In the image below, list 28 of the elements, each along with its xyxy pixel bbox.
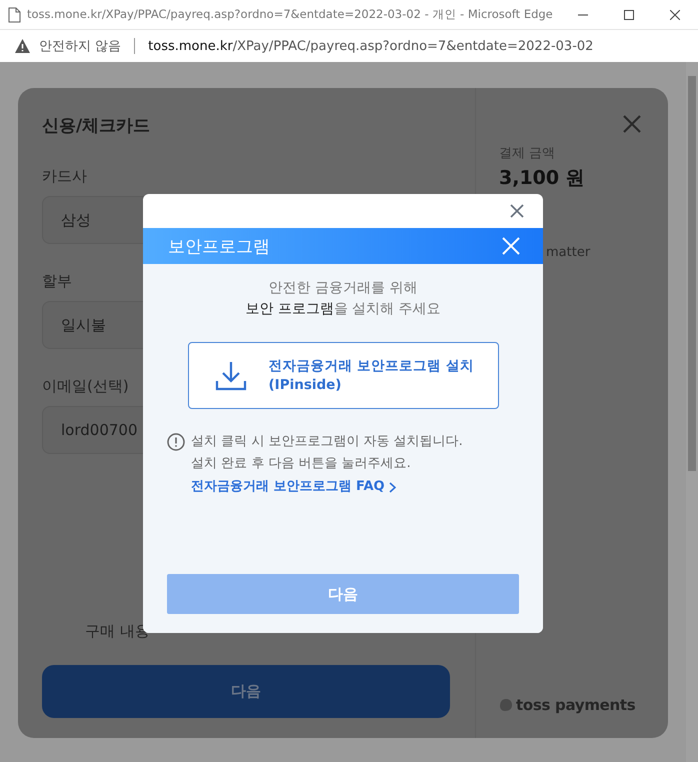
page-icon: [8, 6, 21, 22]
faq-link[interactable]: 전자금융거래 보안프로그램 FAQ: [191, 476, 463, 498]
dialog-title: 보안프로그램: [168, 236, 270, 258]
field-label: 카드사: [42, 166, 87, 187]
info-text: 설치 클릭 시 보안프로그램이 자동 설치됩니다.: [191, 433, 463, 451]
info-text: 설치 완료 후 다음 버튼을 눌러주세요.: [191, 455, 412, 473]
close-icon: [670, 10, 680, 20]
form-title: 신용/체크카드: [42, 115, 152, 138]
scrollbar-thumb[interactable]: [688, 76, 696, 471]
close-icon[interactable]: [510, 204, 524, 218]
window-title: toss.mone.kr/XPay/PPAC/payreq.asp?ordno=7&entdate=2022-03-02 - 개인 - Microsoft Edge: [27, 7, 554, 22]
security-status[interactable]: 안전하지 않음: [39, 37, 122, 55]
close-icon[interactable]: [622, 114, 642, 134]
field-label: 이메일(선택): [42, 376, 129, 397]
maximize-icon: [624, 10, 634, 20]
product-name: matter: [546, 245, 590, 260]
chevron-icon: [388, 482, 396, 492]
dialog-message: 안전한 금융거래를 위해 보안 프로그램을 설치해 주세요: [245, 279, 441, 319]
logo-icon: [499, 698, 513, 712]
download-icon: [214, 360, 246, 392]
field-label: 할부: [42, 271, 72, 292]
warning-icon[interactable]: [15, 39, 30, 53]
install-button[interactable]: 전자금융거래 보안프로그램 설치 (IPinside): [188, 342, 498, 409]
brand-name: toss payments: [516, 696, 636, 714]
address-url[interactable]: toss.mone.kr/XPay/PPAC/payreq.asp?ordno=7&entdate=2022-03-02: [148, 38, 594, 54]
amount-value: 3,100 원: [499, 166, 585, 191]
info-icon: [167, 433, 185, 451]
next-button[interactable]: 다음: [42, 665, 450, 718]
